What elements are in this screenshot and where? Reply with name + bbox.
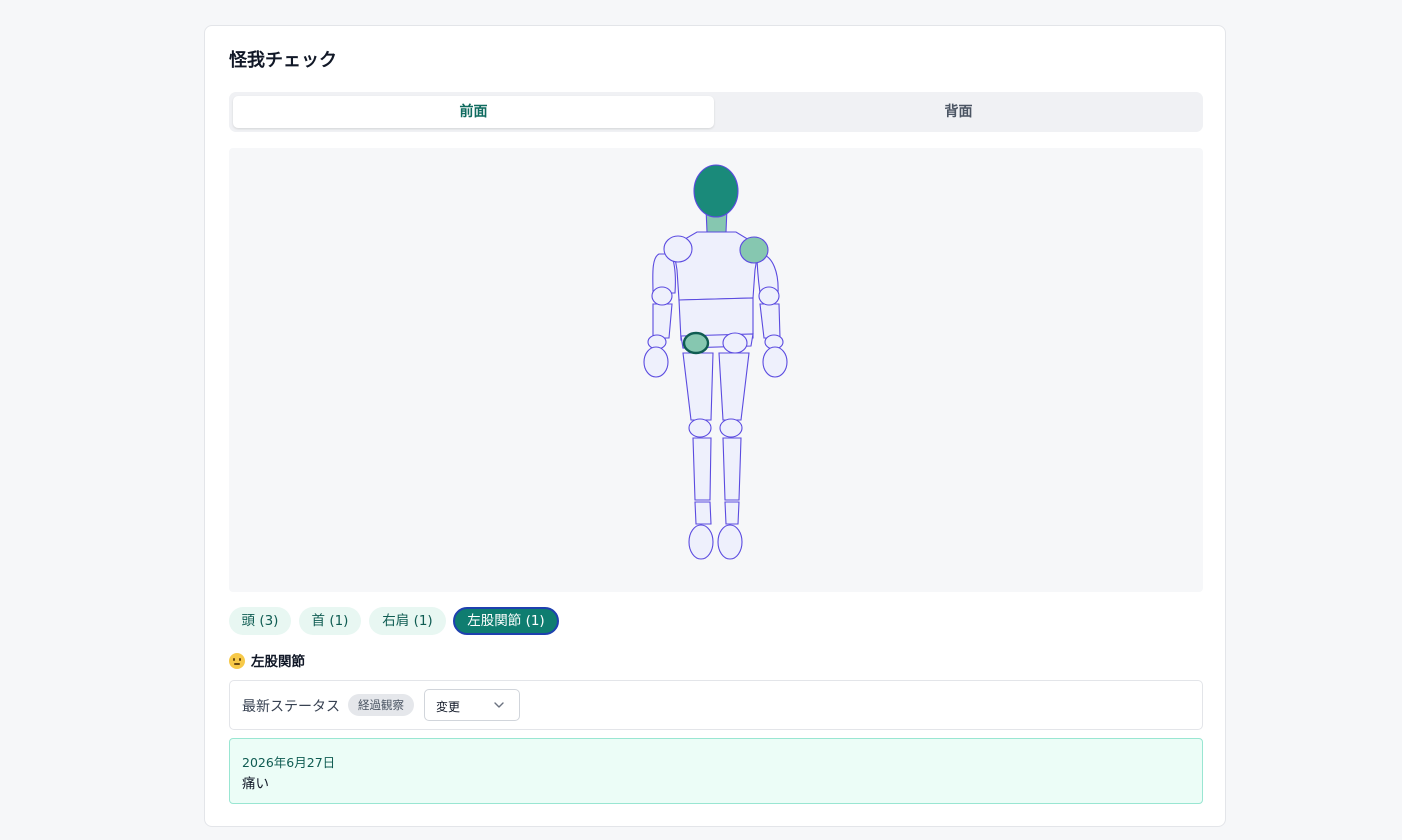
body-part-elbow-right[interactable]	[651, 286, 673, 306]
body-part-foot-left[interactable]	[717, 524, 743, 560]
status-select-value: 変更	[436, 700, 461, 714]
body-part-shoulder-left-front[interactable]	[663, 235, 693, 263]
injury-note: 2026年6月27日 痛い	[229, 738, 1203, 804]
note-date: 2026年6月27日	[242, 755, 336, 770]
tab-back[interactable]: 背面	[718, 96, 1199, 128]
status-change-select[interactable]: 変更	[424, 689, 520, 721]
body-part-forearm-right[interactable]	[652, 303, 673, 339]
page-title: 怪我チェック	[229, 50, 337, 71]
status-badge: 経過観察	[348, 694, 414, 716]
chip-neck[interactable]: 首 (1)	[299, 607, 361, 635]
chip-head[interactable]: 頭 (3)	[229, 607, 291, 635]
body-part-shin-right[interactable]	[692, 437, 712, 501]
body-part-elbow-left[interactable]	[758, 286, 780, 306]
body-part-hip-right[interactable]	[722, 332, 748, 354]
detail-heading: 左股関節	[229, 653, 305, 671]
tab-front[interactable]: 前面	[233, 96, 714, 128]
chip-left-hip[interactable]: 左股関節 (1)	[453, 607, 559, 635]
body-part-ankle-right[interactable]	[694, 501, 712, 525]
body-part-knee-right[interactable]	[688, 418, 712, 438]
chevron-down-icon	[494, 702, 504, 708]
status-label: 最新ステータス	[242, 699, 340, 715]
body-part-shin-left[interactable]	[722, 437, 742, 501]
flushed-face-icon	[229, 653, 245, 669]
body-part-hand-left[interactable]	[762, 346, 788, 378]
body-part-ankle-left[interactable]	[724, 501, 740, 525]
body-part-hand-right[interactable]	[643, 346, 669, 378]
note-text: 痛い	[242, 776, 269, 792]
body-part-head-highlighted[interactable]	[693, 164, 739, 218]
body-part-thigh-right[interactable]	[682, 352, 714, 421]
body-map-area	[229, 148, 1203, 592]
detail-part-name: 左股関節	[251, 654, 305, 670]
injury-check-card: 怪我チェック 前面 背面 頭 (3) 首 (1) 右肩 (1) 左股関節 (1)…	[204, 25, 1226, 827]
status-row: 最新ステータス 経過観察 変更	[229, 680, 1203, 730]
body-part-knee-left[interactable]	[719, 418, 743, 438]
chip-right-shoulder[interactable]: 右肩 (1)	[369, 607, 446, 635]
body-part-forearm-left[interactable]	[759, 303, 781, 339]
body-part-shoulder-right-highlighted[interactable]	[739, 236, 769, 264]
body-part-foot-right[interactable]	[688, 524, 714, 560]
body-part-hip-left-selected[interactable]	[682, 331, 710, 355]
view-tabs: 前面 背面	[229, 92, 1203, 132]
body-map	[643, 164, 788, 560]
body-part-thigh-left[interactable]	[718, 352, 750, 421]
